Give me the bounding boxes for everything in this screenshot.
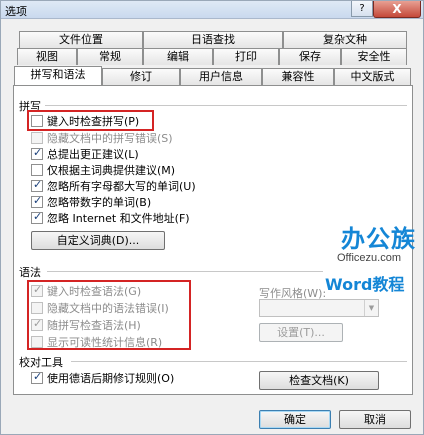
grammar-heading: 语法 [19, 266, 41, 279]
proofing-heading: 校对工具 [19, 356, 63, 369]
tab-japanese-find[interactable]: 日语查找 [143, 31, 283, 48]
title-bar[interactable]: 选项 ? X [1, 1, 423, 19]
watermark-tagline: Word教程 [325, 275, 405, 294]
proofing-divider [71, 361, 407, 362]
ignore-uppercase-words[interactable]: 忽略所有字母都大写的单词(U) [31, 178, 196, 193]
cancel-button[interactable]: 取消 [339, 410, 411, 429]
checkbox[interactable] [31, 194, 43, 208]
tab-file-locations[interactable]: 文件位置 [19, 31, 143, 48]
spelling-divider [45, 105, 407, 106]
tab-chinese-layout[interactable]: 中文版式 [334, 68, 411, 85]
checkbox[interactable] [31, 164, 43, 176]
tab-general[interactable]: 常规 [77, 48, 143, 65]
tab-track-changes[interactable]: 修订 [102, 68, 180, 85]
german-post-reform-rules[interactable]: 使用德语后期修订规则(O) [31, 370, 175, 385]
window-title: 选项 [5, 5, 27, 18]
grammar-settings-button[interactable]: 设置(T)... [259, 323, 343, 342]
writing-style-select[interactable]: ▼ [259, 299, 379, 317]
suggest-from-main-dictionary[interactable]: 仅根据主词典提供建议(M) [31, 163, 175, 177]
ignore-internet-addresses[interactable]: 忽略 Internet 和文件地址(F) [31, 210, 190, 225]
help-button[interactable]: ? [351, 1, 373, 17]
checkbox[interactable] [31, 370, 43, 384]
tab-print[interactable]: 打印 [213, 48, 279, 65]
checkbox-label: 忽略所有字母都大写的单词(U) [47, 180, 196, 193]
checkbox-label: 忽略 Internet 和文件地址(F) [47, 212, 190, 225]
checkbox[interactable] [31, 132, 43, 144]
checkbox-label: 使用德语后期修订规则(O) [47, 372, 175, 385]
highlight-box-spelling [27, 110, 154, 131]
tab-compatibility[interactable]: 兼容性 [262, 68, 334, 85]
ignore-words-with-numbers[interactable]: 忽略带数字的单词(B) [31, 194, 152, 209]
checkbox-label: 仅根据主词典提供建议(M) [47, 164, 176, 177]
checkbox[interactable] [31, 146, 43, 160]
hide-spelling-errors[interactable]: 隐藏文档中的拼写错误(S) [31, 131, 173, 145]
ok-button[interactable]: 确定 [259, 410, 331, 429]
options-dialog: 选项 ? X 文件位置 日语查找 复杂文种 视图 常规 编辑 打印 保存 安全性… [0, 0, 424, 435]
highlight-box-grammar [27, 280, 191, 350]
grammar-divider [47, 271, 323, 272]
tab-view[interactable]: 视图 [17, 48, 77, 65]
checkbox[interactable] [31, 210, 43, 224]
tab-complex-scripts[interactable]: 复杂文种 [283, 31, 407, 48]
checkbox[interactable] [31, 178, 43, 192]
checkbox-label: 总提出更正建议(L) [47, 148, 139, 161]
custom-dictionaries-button[interactable]: 自定义词典(D)... [31, 231, 165, 250]
recheck-document-button[interactable]: 检查文档(K) [259, 371, 379, 390]
close-button[interactable]: X [373, 1, 421, 18]
chevron-down-icon: ▼ [364, 300, 378, 316]
checkbox-label: 隐藏文档中的拼写错误(S) [47, 132, 173, 145]
tab-spelling-grammar[interactable]: 拼写和语法 [14, 66, 102, 85]
tab-security[interactable]: 安全性 [341, 48, 407, 65]
tab-edit[interactable]: 编辑 [143, 48, 213, 65]
tab-save[interactable]: 保存 [279, 48, 341, 65]
checkbox-label: 忽略带数字的单词(B) [47, 196, 152, 209]
always-suggest-corrections[interactable]: 总提出更正建议(L) [31, 146, 139, 161]
watermark-site: Officezu.com [337, 252, 401, 264]
tab-user-info[interactable]: 用户信息 [180, 68, 262, 85]
watermark-brand: 办公族 [341, 225, 416, 253]
